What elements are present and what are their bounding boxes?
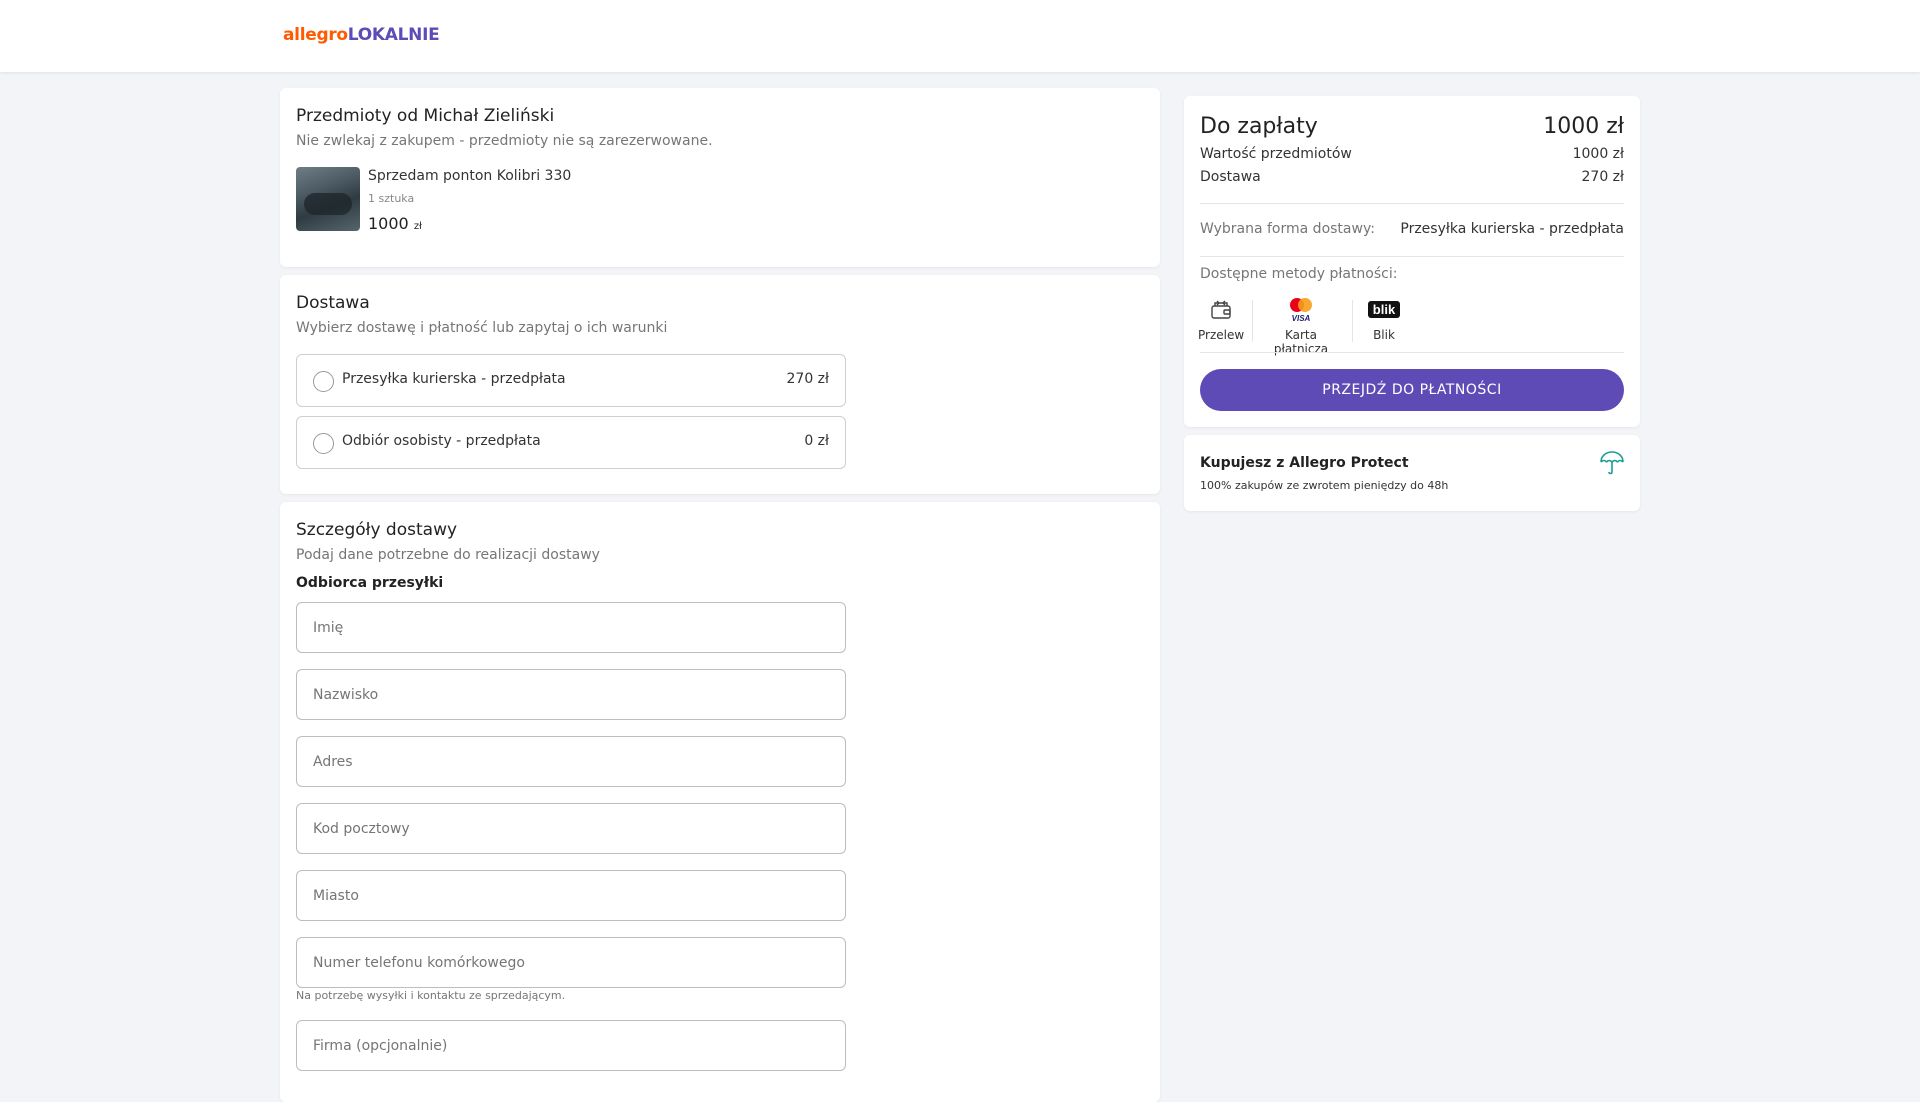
payment-method-transfer: Przelew [1198, 296, 1244, 342]
top-header: allegroLOKALNIE [0, 0, 1920, 72]
delivery-option-price: 0 zł [804, 433, 829, 449]
delivery-option-courier[interactable]: Przesyłka kurierska - przedpłata 270 zł [296, 354, 846, 407]
logo-text-allegro: allegro [283, 25, 348, 45]
city-field[interactable] [296, 870, 846, 921]
delivery-details-card: Szczegóły dostawy Podaj dane potrzebne d… [280, 502, 1160, 1102]
mastercard-visa-icon: VISA [1258, 296, 1344, 322]
delivery-option-pickup[interactable]: Odbiór osobisty - przedpłata 0 zł [296, 416, 846, 469]
summary-title: Do zapłaty [1200, 114, 1318, 139]
divider [1352, 300, 1353, 342]
items-subtitle: Nie zwlekaj z zakupem - przedmioty nie s… [296, 133, 713, 149]
item-price-currency: zł [413, 221, 422, 232]
blik-icon: blik [1362, 296, 1406, 322]
payment-method-card: VISA Karta płatnicza [1258, 296, 1344, 356]
divider [1200, 256, 1624, 257]
visa-logo-text: VISA [1292, 314, 1311, 322]
divider [1200, 203, 1624, 204]
company-field[interactable] [296, 1020, 846, 1071]
summary-row-items: Wartość przedmiotów 1000 zł [1200, 146, 1624, 162]
last-name-field[interactable] [296, 669, 846, 720]
delivery-option-label: Przesyłka kurierska - przedpłata [342, 371, 566, 387]
phone-hint: Na potrzebę wysyłki i kontaktu ze sprzed… [296, 989, 566, 1002]
radio-button[interactable] [313, 371, 334, 392]
payment-method-blik: blik Blik [1362, 296, 1406, 342]
umbrella-icon [1598, 449, 1626, 481]
items-title: Przedmioty od Michał Zieliński [296, 106, 555, 126]
phone-field[interactable] [296, 937, 846, 988]
proceed-to-payment-button[interactable]: PRZEJDŹ DO PŁATNOŚCI [1200, 369, 1624, 411]
summary-row-chosen-delivery: Wybrana forma dostawy: Przesyłka kuriers… [1200, 221, 1624, 237]
summary-row-delivery: Dostawa 270 zł [1200, 169, 1624, 185]
item-price-value: 1000 [368, 214, 409, 233]
payment-summary-card: Do zapłaty 1000 zł Wartość przedmiotów 1… [1184, 96, 1640, 427]
payment-method-label: Przelew [1198, 328, 1245, 342]
delivery-title: Dostawa [296, 293, 370, 313]
wallet-icon [1198, 296, 1244, 322]
details-subtitle: Podaj dane potrzebne do realizacji dosta… [296, 547, 600, 563]
item-price: 1000 zł [368, 214, 422, 233]
delivery-subtitle: Wybierz dostawę i płatność lub zapytaj o… [296, 320, 668, 336]
allegro-lokalnie-logo[interactable]: allegroLOKALNIE [283, 25, 440, 45]
first-name-field[interactable] [296, 602, 846, 653]
allegro-protect-card[interactable]: Kupujesz z Allegro Protect 100% zakupów … [1184, 435, 1640, 511]
protect-title: Kupujesz z Allegro Protect [1200, 455, 1409, 471]
payment-methods-label: Dostępne metody płatności: [1200, 266, 1398, 282]
payment-method-label: Blik [1373, 328, 1395, 342]
protect-subtitle: 100% zakupów ze zwrotem pieniędzy do 48h [1200, 479, 1449, 492]
chosen-delivery-label: Wybrana forma dostawy: [1200, 221, 1375, 237]
item-name[interactable]: Sprzedam ponton Kolibri 330 [368, 168, 571, 184]
items-value-amount: 1000 zł [1572, 146, 1624, 162]
divider [1200, 352, 1624, 353]
item-thumbnail[interactable] [296, 167, 360, 231]
radio-button[interactable] [313, 433, 334, 454]
postal-code-field[interactable] [296, 803, 846, 854]
logo-text-lokalnie: LOKALNIE [347, 25, 440, 45]
items-card: Przedmioty od Michał Zieliński Nie zwlek… [280, 88, 1160, 267]
delivery-card: Dostawa Wybierz dostawę i płatność lub z… [280, 275, 1160, 494]
delivery-cost-label: Dostawa [1200, 169, 1261, 185]
delivery-option-label: Odbiór osobisty - przedpłata [342, 433, 541, 449]
chosen-delivery-value: Przesyłka kurierska - przedpłata [1400, 221, 1624, 237]
recipient-label: Odbiorca przesyłki [296, 575, 444, 591]
address-field[interactable] [296, 736, 846, 787]
items-value-label: Wartość przedmiotów [1200, 146, 1352, 162]
summary-total: 1000 zł [1543, 114, 1624, 139]
item-quantity: 1 sztuka [368, 192, 415, 205]
blik-logo: blik [1367, 300, 1401, 318]
divider [1252, 300, 1253, 342]
details-title: Szczegóły dostawy [296, 520, 458, 540]
delivery-option-price: 270 zł [786, 371, 830, 387]
delivery-cost-amount: 270 zł [1581, 169, 1625, 185]
